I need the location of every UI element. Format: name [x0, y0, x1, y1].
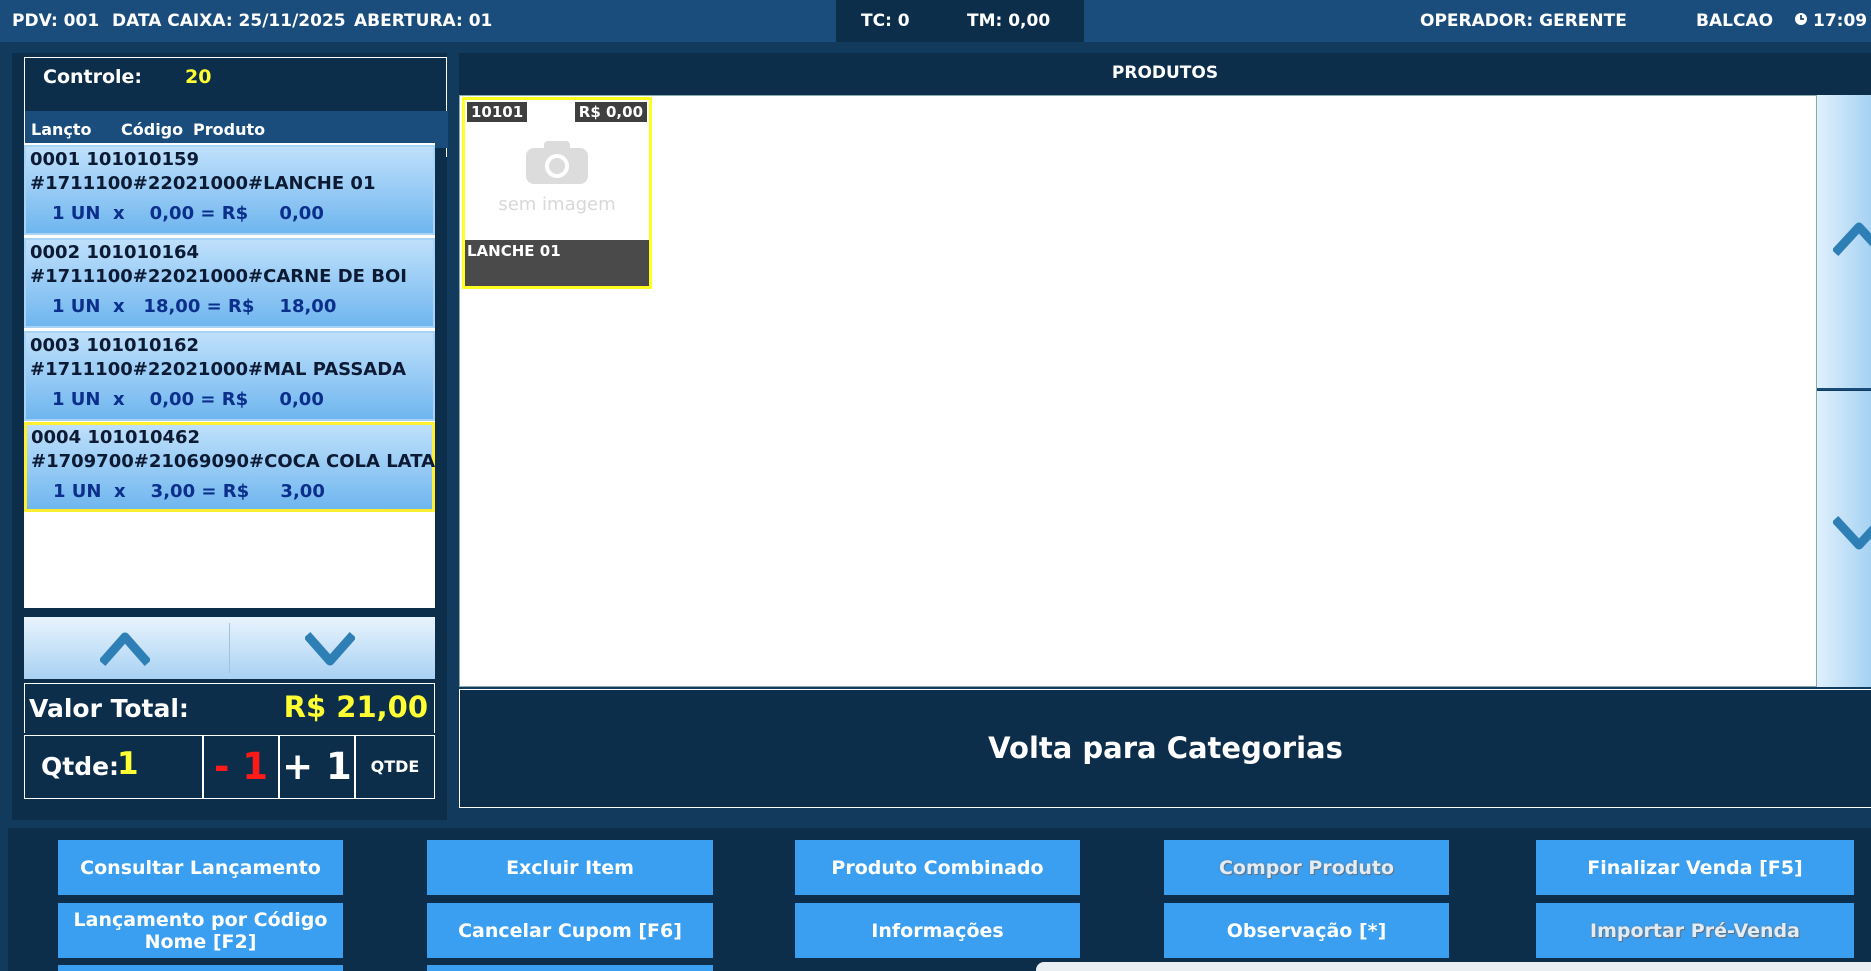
- product-price: R$ 0,00: [574, 102, 647, 122]
- scroll-up-icon[interactable]: [100, 629, 150, 667]
- cart-item-desc: #1711100#22021000#MAL PASSADA: [30, 359, 407, 380]
- tc-label: TC: 0: [861, 11, 910, 31]
- excluir-item-button[interactable]: Excluir Item: [427, 840, 713, 895]
- volta-categorias-button[interactable]: Volta para Categorias: [459, 689, 1871, 808]
- cart-item-code: 0004 101010462: [31, 427, 201, 448]
- cart-item-code: 0002 101010164: [30, 242, 200, 263]
- scroll-divider: [229, 623, 230, 673]
- partial-button[interactable]: [58, 965, 343, 971]
- cart-items-list: 0001 101010159 #1711100#22021000#LANCHE …: [24, 143, 435, 608]
- importar-pre-venda-button[interactable]: Importar Pré-Venda: [1536, 903, 1854, 958]
- cart-item-total: 1 UN x 0,00 = R$ 0,00: [52, 389, 324, 410]
- increment-button[interactable]: + 1: [278, 736, 354, 798]
- cart-item-code: 0003 101010162: [30, 335, 200, 356]
- no-image-placeholder: sem imagem: [498, 194, 616, 215]
- cart-scroll-bar: [24, 617, 435, 679]
- cancelar-cupom-button[interactable]: Cancelar Cupom [F6]: [427, 903, 713, 958]
- product-name: LANCHE 01: [465, 240, 649, 286]
- modo-label: BALCAO: [1696, 11, 1774, 31]
- cart-item-desc: #1711100#22021000#LANCHE 01: [30, 173, 376, 194]
- tm-label: TM: 0,00: [967, 11, 1051, 31]
- observacao-button[interactable]: Observação [*]: [1164, 903, 1449, 958]
- lancamento-codigo-button[interactable]: Lançamento por Código Nome [F2]: [58, 903, 343, 958]
- informacoes-button[interactable]: Informações: [795, 903, 1080, 958]
- cart-item-total: 1 UN x 0,00 = R$ 0,00: [52, 203, 324, 224]
- total-label: Valor Total:: [29, 694, 189, 723]
- clock-icon: [1794, 11, 1808, 31]
- decrement-button[interactable]: - 1: [202, 736, 278, 798]
- products-scroll-down[interactable]: [1817, 391, 1871, 687]
- col-lancto: Lançto: [31, 120, 92, 139]
- controle-header: Controle: 20 Lançto Código Produto: [24, 57, 448, 157]
- finalizar-venda-button[interactable]: Finalizar Venda [F5]: [1536, 840, 1854, 895]
- cart-item-code: 0001 101010159: [30, 149, 200, 170]
- abertura-label: ABERTURA: 01: [354, 11, 493, 31]
- cart-item-4-selected[interactable]: 0004 101010462 #1709700#21069090#COCA CO…: [24, 422, 435, 512]
- cart-item-1[interactable]: 0001 101010159 #1711100#22021000#LANCHE …: [24, 145, 435, 235]
- produtos-title: PRODUTOS: [459, 53, 1871, 95]
- products-grid: [459, 95, 1817, 687]
- product-tile[interactable]: 10101 R$ 0,00 sem imagem LANCHE 01: [462, 97, 652, 289]
- compor-produto-button[interactable]: Compor Produto: [1164, 840, 1449, 895]
- cart-item-total: 1 UN x 18,00 = R$ 18,00: [52, 296, 337, 317]
- product-code: 10101: [467, 102, 528, 122]
- col-produto: Produto: [193, 120, 266, 139]
- consultar-lancamento-button[interactable]: Consultar Lançamento: [58, 840, 343, 895]
- data-caixa-label: DATA CAIXA: 25/11/2025: [112, 11, 346, 31]
- total-value: R$ 21,00: [283, 690, 428, 724]
- time-label: 17:09: [1813, 11, 1868, 31]
- partial-button[interactable]: [427, 965, 713, 971]
- operador-label: OPERADOR: GERENTE: [1420, 11, 1627, 31]
- cart-item-3[interactable]: 0003 101010162 #1711100#22021000#MAL PAS…: [24, 331, 435, 421]
- cart-item-desc: #1711100#22021000#CARNE DE BOI: [30, 266, 407, 287]
- pdv-label: PDV: 001: [12, 11, 100, 31]
- cart-item-total: 1 UN x 3,00 = R$ 3,00: [53, 481, 325, 502]
- cart-item-desc: #1709700#21069090#COCA COLA LATA: [31, 451, 436, 472]
- chevron-up-icon: [1833, 222, 1871, 257]
- qtde-value: 1: [117, 746, 139, 782]
- top-status-bar: PDV: 001 DATA CAIXA: 25/11/2025 ABERTURA…: [0, 0, 1871, 42]
- cart-item-2[interactable]: 0002 101010164 #1711100#22021000#CARNE D…: [24, 238, 435, 328]
- quantity-row: Qtde: 1 - 1 + 1 QTDE: [24, 735, 435, 799]
- controle-value: 20: [185, 66, 212, 88]
- qtde-button[interactable]: QTDE: [354, 736, 434, 798]
- products-scroll-up[interactable]: [1817, 95, 1871, 390]
- col-codigo: Código: [121, 120, 184, 139]
- chevron-down-icon: [1833, 515, 1871, 550]
- overlay-bar: [1036, 962, 1871, 971]
- produto-combinado-button[interactable]: Produto Combinado: [795, 840, 1080, 895]
- camera-icon: [526, 141, 588, 184]
- controle-label: Controle:: [43, 66, 143, 88]
- total-box: Valor Total: R$ 21,00: [24, 683, 435, 733]
- qtde-label: Qtde:: [41, 752, 120, 781]
- scroll-down-icon[interactable]: [305, 629, 355, 667]
